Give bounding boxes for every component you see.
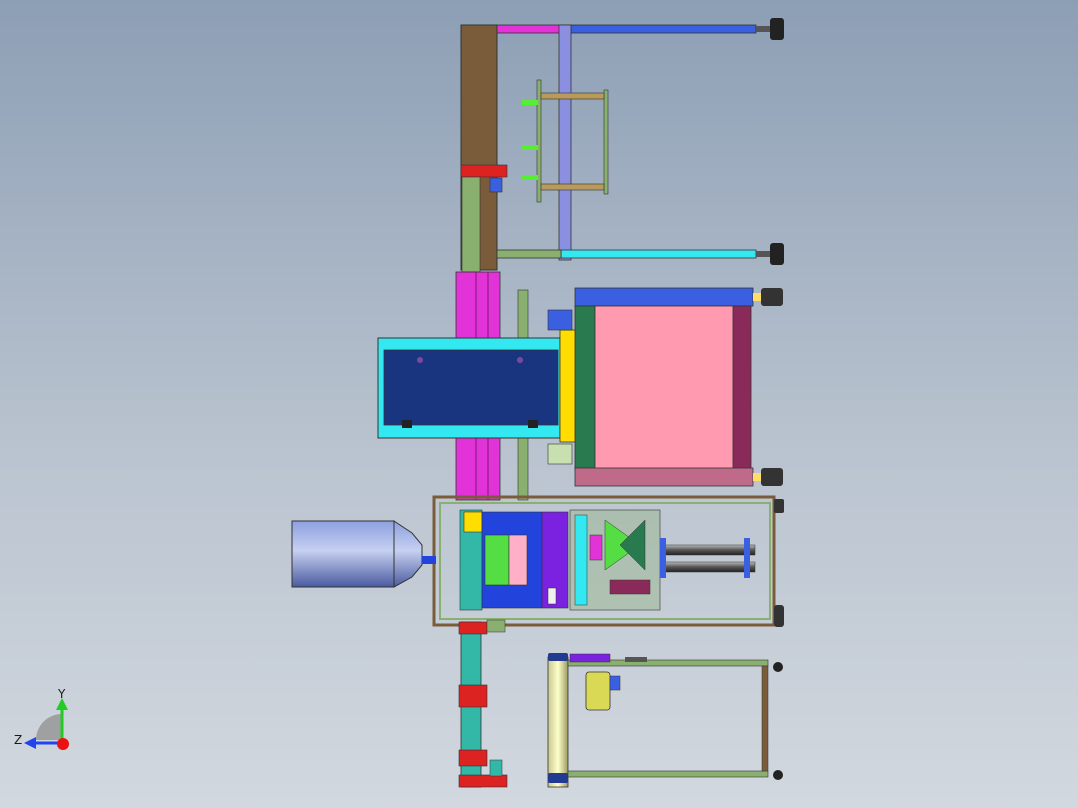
red-clamp — [458, 621, 488, 635]
y-axis-label: Y — [57, 687, 66, 701]
shelf-rod — [540, 183, 605, 191]
coordinate-triad[interactable]: Y Z — [14, 687, 69, 750]
leveling-foot — [756, 243, 784, 265]
view-orientation-arc — [36, 714, 62, 740]
cabinet-top-blue — [574, 287, 754, 307]
olive-bottom-rail — [496, 249, 562, 259]
green-pin — [522, 175, 538, 180]
cabinet-pink-panel — [594, 305, 736, 471]
yellow-block — [463, 511, 483, 533]
blue-drum-motor — [291, 520, 436, 588]
pink-cabinet — [547, 287, 783, 487]
bottom-column — [458, 619, 508, 788]
lavender-vertical-post — [558, 24, 572, 261]
magenta-top-rail — [496, 24, 562, 34]
cyan-bottom-rail — [560, 249, 757, 259]
lower-machine-frame — [432, 495, 784, 627]
leveling-foot — [756, 18, 784, 40]
red-clamp — [458, 749, 488, 767]
red-clamp — [458, 774, 508, 788]
leveling-foot — [753, 288, 783, 306]
z-axis-label: Z — [14, 733, 22, 747]
blue-top-rail — [560, 24, 757, 34]
cabinet-right-maroon — [732, 305, 752, 471]
shelf-plate — [603, 89, 609, 195]
upper-frame — [460, 18, 784, 271]
gear-motor — [585, 671, 611, 711]
leveling-foot — [774, 605, 784, 627]
cabinet-bottom — [574, 467, 754, 487]
leveling-foot — [774, 499, 784, 513]
green-pin — [522, 100, 538, 105]
green-block — [547, 443, 573, 465]
roller-frame — [547, 653, 783, 788]
navy-housing — [377, 337, 561, 439]
shelf-plate — [536, 79, 542, 203]
cabinet-left-green — [574, 305, 596, 471]
white-tab — [547, 587, 557, 605]
blue-motor-small — [489, 177, 503, 193]
cad-assembly-drawing: Y Z — [14, 18, 784, 788]
cylinder-rod — [664, 544, 756, 556]
cad-model-viewport[interactable]: Y Z — [0, 0, 1078, 808]
green-pin — [522, 145, 538, 150]
cylinder-rod — [664, 561, 756, 573]
green-insert — [484, 534, 510, 586]
pink-insert — [508, 534, 528, 586]
leveling-foot — [753, 468, 783, 486]
yellow-panel — [559, 329, 576, 443]
olive-guide — [461, 176, 481, 273]
z-axis-arrowhead — [24, 737, 36, 749]
blue-block — [547, 309, 573, 331]
red-clamp — [460, 164, 508, 178]
triad-origin — [57, 738, 69, 750]
shelf-rod — [540, 92, 605, 100]
drive-shaft — [422, 556, 436, 564]
red-clamp — [458, 684, 488, 708]
